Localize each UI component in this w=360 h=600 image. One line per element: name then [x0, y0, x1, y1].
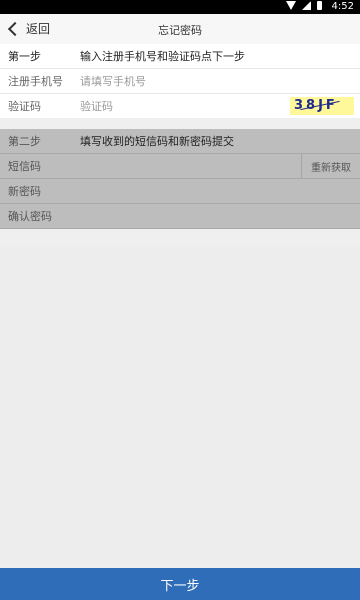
step1-label: 第一步	[8, 50, 41, 63]
wifi-icon	[286, 1, 296, 10]
signal-icon	[302, 1, 311, 10]
page-title: 忘记密码	[158, 24, 202, 37]
step2-instruction: 填写收到的短信码和新密码提交	[80, 135, 234, 148]
next-step-button[interactable]: 下一步	[0, 568, 360, 600]
navigation-bar: 返回 忘记密码	[0, 14, 360, 45]
status-bar: 4:52	[0, 0, 360, 14]
new-password-label: 新密码	[8, 185, 41, 198]
status-icons	[286, 1, 322, 10]
step1-header: 第一步 输入注册手机号和验证码点下一步	[0, 44, 360, 69]
empty-content-area	[0, 247, 360, 567]
step2-header: 第二步 填写收到的短信码和新密码提交	[0, 129, 360, 154]
new-password-row: 新密码	[0, 179, 360, 204]
step2-label: 第二步	[8, 135, 41, 148]
resend-button[interactable]: 重新获取	[301, 154, 360, 178]
phone-row: 注册手机号 请填写手机号	[0, 69, 360, 94]
phone-label: 注册手机号	[8, 75, 63, 88]
captcha-row: 验证码 验证码 38JF	[0, 94, 360, 118]
next-step-label: 下一步	[160, 578, 200, 594]
sms-label: 短信码	[8, 160, 41, 173]
phone-input[interactable]: 请填写手机号	[80, 73, 146, 89]
confirm-password-label: 确认密码	[8, 210, 52, 223]
captcha-label: 验证码	[8, 100, 41, 113]
step1-instruction: 输入注册手机号和验证码点下一步	[80, 50, 245, 63]
step2-section: 第二步 填写收到的短信码和新密码提交 短信码 重新获取 新密码 确认密码	[0, 129, 360, 229]
sms-row: 短信码 重新获取	[0, 154, 360, 179]
captcha-input[interactable]: 验证码	[80, 98, 113, 114]
battery-icon	[317, 1, 322, 10]
confirm-password-row: 确认密码	[0, 204, 360, 229]
captcha-image[interactable]: 38JF	[290, 97, 354, 115]
step1-section: 第一步 输入注册手机号和验证码点下一步 注册手机号 请填写手机号 验证码 验证码…	[0, 44, 360, 118]
status-time: 4:52	[331, 1, 354, 12]
